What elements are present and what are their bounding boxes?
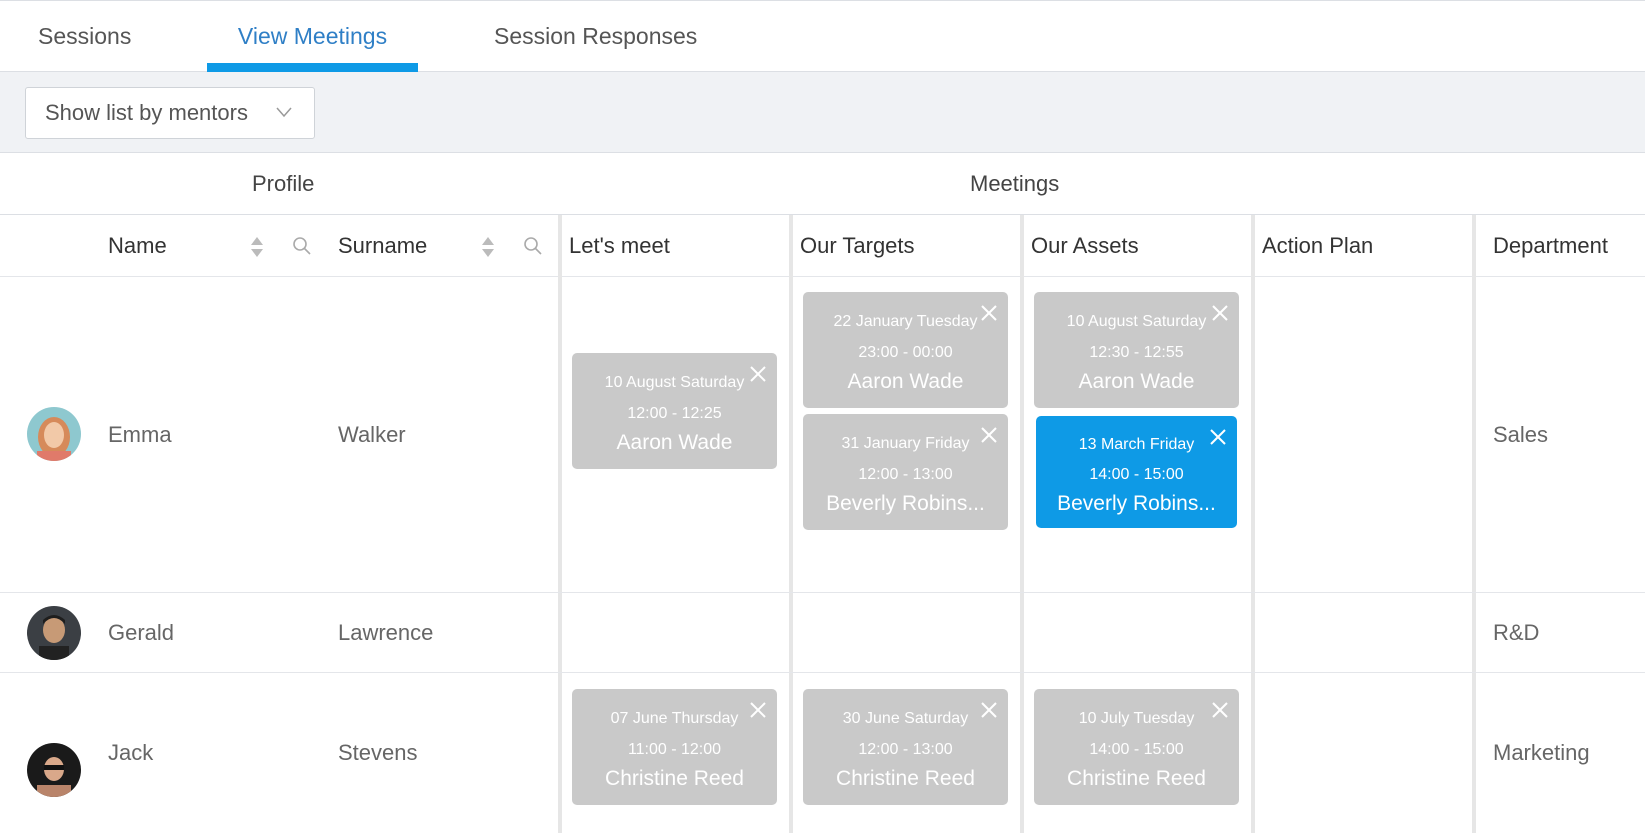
meeting-date: 10 August Saturday xyxy=(604,374,745,391)
close-icon[interactable] xyxy=(980,426,998,444)
meeting-time: 23:00 - 00:00 xyxy=(858,344,953,361)
meeting-card[interactable]: 07 June Thursday 11:00 - 12:00 Christine… xyxy=(572,689,777,805)
meeting-time: 14:00 - 15:00 xyxy=(1089,466,1184,483)
cell-surname: Lawrence xyxy=(338,619,434,645)
meeting-person: Aaron Wade xyxy=(616,431,733,454)
meeting-person: Aaron Wade xyxy=(1078,370,1195,393)
column-action-plan: Action Plan xyxy=(1262,233,1374,258)
tab-session-responses[interactable]: Session Responses xyxy=(494,1,697,72)
sort-name-icon[interactable] xyxy=(250,235,264,259)
tab-label: View Meetings xyxy=(237,23,388,49)
close-icon[interactable] xyxy=(749,365,767,383)
meeting-date: 30 June Saturday xyxy=(842,710,969,727)
meeting-card[interactable]: 10 July Tuesday 14:00 - 15:00 Christine … xyxy=(1034,689,1239,805)
meeting-time: 11:00 - 12:00 xyxy=(627,741,722,758)
meeting-date: 22 January Tuesday xyxy=(833,313,978,330)
table-row[interactable]: Emma Walker 10 August Saturday 12:00 - 1… xyxy=(0,277,1645,593)
meeting-card[interactable]: 22 January Tuesday 23:00 - 00:00 Aaron W… xyxy=(803,292,1008,408)
meeting-person: Christine Reed xyxy=(836,767,975,790)
close-icon[interactable] xyxy=(749,701,767,719)
column-lets-meet: Let's meet xyxy=(569,233,670,258)
meeting-card[interactable]: 31 January Friday 12:00 - 13:00 Beverly … xyxy=(803,414,1008,530)
cell-name: Jack xyxy=(108,740,154,765)
cell-surname: Walker xyxy=(338,421,406,447)
meeting-time: 12:00 - 13:00 xyxy=(858,741,953,758)
meeting-person: Beverly Robins... xyxy=(826,492,985,515)
meeting-card-selected[interactable]: 13 March Friday 14:00 - 15:00 Beverly Ro… xyxy=(1036,416,1237,528)
mentor-list-dropdown[interactable]: Show list by mentors xyxy=(25,87,315,139)
meeting-person: Christine Reed xyxy=(1067,767,1206,790)
filter-bar: Show list by mentors xyxy=(0,72,1645,153)
avatar xyxy=(27,743,81,797)
meeting-time: 12:00 - 13:00 xyxy=(858,466,953,483)
meeting-date: 10 July Tuesday xyxy=(1078,710,1195,727)
dropdown-label: Show list by mentors xyxy=(45,100,248,125)
close-icon[interactable] xyxy=(980,304,998,322)
table-row[interactable]: Jack Stevens 07 June Thursday 11:00 - 12… xyxy=(0,673,1645,833)
cell-name: Gerald xyxy=(108,619,175,645)
meeting-date: 31 January Friday xyxy=(841,435,970,452)
search-surname-icon[interactable] xyxy=(523,236,543,256)
group-meetings: Meetings xyxy=(970,171,1060,196)
meeting-person: Christine Reed xyxy=(605,767,744,790)
avatar xyxy=(27,606,81,660)
meeting-card[interactable]: 10 August Saturday 12:30 - 12:55 Aaron W… xyxy=(1034,292,1239,408)
chevron-down-icon xyxy=(276,107,292,118)
sort-surname-icon[interactable] xyxy=(481,235,495,259)
column-our-targets: Our Targets xyxy=(800,233,915,258)
tab-view-meetings[interactable]: View Meetings xyxy=(207,1,418,73)
search-name-icon[interactable] xyxy=(292,236,312,256)
column-surname: Surname xyxy=(338,233,428,258)
cell-department: Marketing xyxy=(1493,740,1590,765)
meeting-time: 14:00 - 15:00 xyxy=(1089,741,1184,758)
meeting-time: 12:00 - 12:25 xyxy=(627,405,722,422)
meeting-date: 07 June Thursday xyxy=(610,710,739,727)
group-profile: Profile xyxy=(252,171,315,196)
column-header-row: Name Surname Let's meet Our Targets Our … xyxy=(0,215,1645,277)
column-department: Department xyxy=(1493,233,1608,258)
avatar xyxy=(27,407,81,461)
close-icon[interactable] xyxy=(980,701,998,719)
close-icon[interactable] xyxy=(1211,304,1229,322)
cell-department: Sales xyxy=(1493,421,1549,447)
meeting-card[interactable]: 30 June Saturday 12:00 - 13:00 Christine… xyxy=(803,689,1008,805)
meeting-person: Aaron Wade xyxy=(847,370,964,393)
meeting-time: 12:30 - 12:55 xyxy=(1089,344,1184,361)
cell-surname: Stevens xyxy=(338,740,418,765)
meeting-card[interactable]: 10 August Saturday 12:00 - 12:25 Aaron W… xyxy=(572,353,777,469)
table-row[interactable]: Gerald Lawrence R&D xyxy=(0,593,1645,673)
cell-department: R&D xyxy=(1493,619,1540,645)
group-header-row: Profile Meetings xyxy=(0,153,1645,215)
tab-label: Sessions xyxy=(38,23,132,49)
tab-sessions[interactable]: Sessions xyxy=(38,1,131,72)
column-our-assets: Our Assets xyxy=(1031,233,1139,258)
tab-label: Session Responses xyxy=(494,23,698,49)
meeting-date: 13 March Friday xyxy=(1078,436,1195,453)
meeting-date: 10 August Saturday xyxy=(1066,313,1207,330)
close-icon[interactable] xyxy=(1211,701,1229,719)
meeting-person: Beverly Robins... xyxy=(1057,492,1216,515)
close-icon[interactable] xyxy=(1209,428,1227,446)
tab-bar: Sessions View Meetings Session Responses xyxy=(0,1,1645,73)
cell-name: Emma xyxy=(108,421,172,447)
column-name: Name xyxy=(108,233,167,258)
